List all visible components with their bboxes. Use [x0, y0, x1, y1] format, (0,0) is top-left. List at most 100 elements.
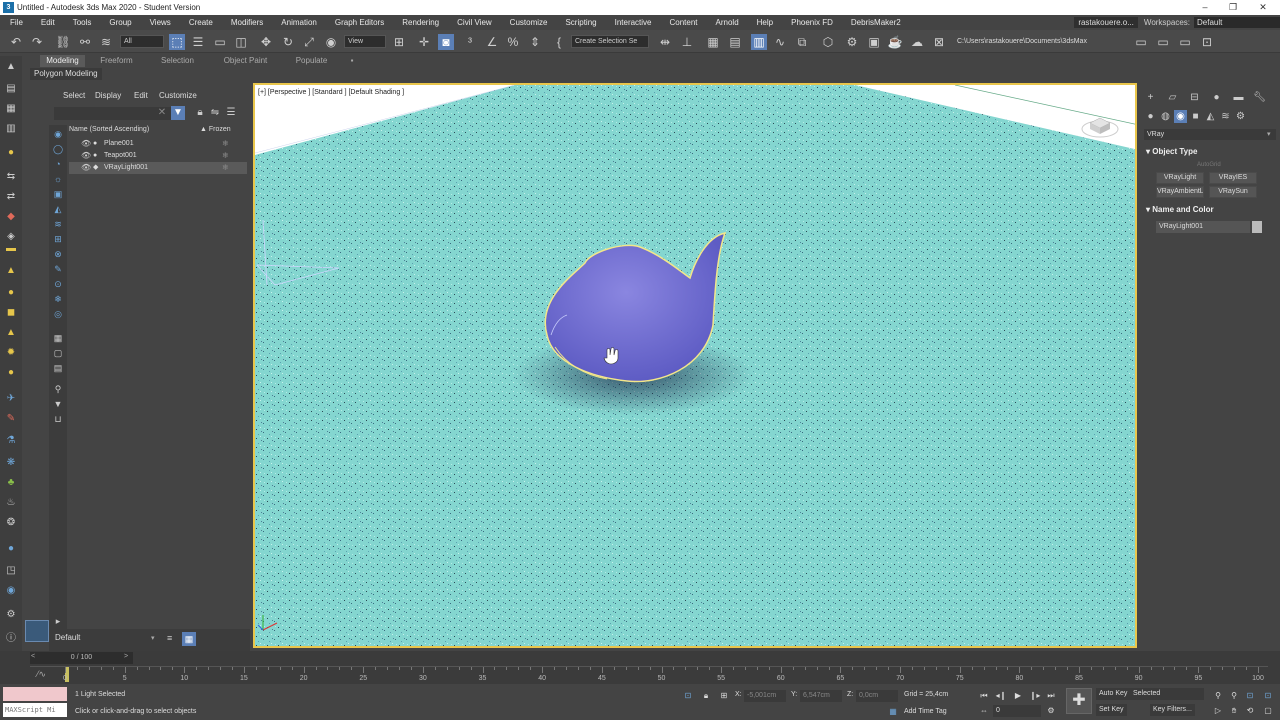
container-icon[interactable]: ⊔: [52, 413, 64, 425]
cone-primitive-icon[interactable]: ▲: [4, 264, 18, 278]
close-button[interactable]: ✕: [1248, 0, 1278, 15]
select-tool-icon[interactable]: ▤: [4, 82, 18, 96]
play-icon[interactable]: ▶: [1012, 690, 1024, 702]
particle-icon[interactable]: ❂: [4, 516, 18, 530]
vray-mtl-icon[interactable]: ◉: [4, 584, 18, 598]
display-helpers-icon[interactable]: ◭: [52, 203, 64, 215]
workspace-folder-icon[interactable]: ⊡: [1199, 34, 1215, 50]
menu-create[interactable]: Create: [179, 18, 221, 27]
display-xrefs-icon[interactable]: ⊗: [52, 248, 64, 260]
absolute-mode-icon[interactable]: ⊞: [718, 690, 730, 702]
lights-category-icon[interactable]: ◉: [1174, 110, 1187, 123]
create-geometry-icon[interactable]: ▲: [4, 60, 18, 74]
project-folder-icon[interactable]: ▭: [1133, 34, 1149, 50]
x-coordinate-field[interactable]: -5,001cm: [744, 690, 786, 702]
zoom-extents-icon[interactable]: ⊡: [1244, 690, 1256, 702]
tab-modeling[interactable]: Modeling: [40, 55, 85, 67]
plane-primitive-icon[interactable]: ▬: [4, 242, 18, 256]
maxscript-listener-output[interactable]: [3, 687, 67, 701]
track-bar[interactable]: 0 5 10 15 20 25 30 35 40 45 50 55 60 65 70 75 80 85 90 95 10…: [30, 666, 1268, 682]
explorer-menu-edit[interactable]: Edit: [134, 91, 148, 100]
display-bones-icon[interactable]: ✎: [52, 263, 64, 275]
window-crossing-icon[interactable]: ◫: [233, 34, 249, 50]
cylinder-primitive-icon[interactable]: ◼: [4, 306, 18, 320]
prev-frame-arrow-icon[interactable]: <: [31, 653, 35, 660]
sun-light-icon[interactable]: ✹: [4, 346, 18, 360]
schematic-view-icon[interactable]: ⧉: [794, 34, 810, 50]
taper-modifier-icon[interactable]: ✎: [4, 412, 18, 426]
workspace-dropdown[interactable]: Default: [1194, 17, 1280, 28]
zoom-icon[interactable]: ⚲: [1212, 690, 1224, 702]
display-spacewarps-icon[interactable]: ≋: [52, 218, 64, 230]
menu-views[interactable]: Views: [140, 18, 179, 27]
pan-view-icon[interactable]: ✋︎: [1228, 705, 1240, 717]
tab-populate[interactable]: Populate: [289, 55, 334, 67]
reflect-sphere-icon[interactable]: ●: [4, 542, 18, 556]
maximize-button[interactable]: ❐: [1218, 0, 1248, 15]
explorer-menu-display[interactable]: Display: [95, 91, 121, 100]
menu-civil-view[interactable]: Civil View: [447, 18, 500, 27]
name-column-header[interactable]: Name (Sorted Ascending): [69, 126, 149, 133]
find-icon[interactable]: ⚲: [52, 383, 64, 395]
systems-category-icon[interactable]: ⚙: [1234, 110, 1247, 123]
tab-selection[interactable]: Selection: [155, 55, 200, 67]
vrayambientlight-button[interactable]: VRayAmbientLight: [1156, 186, 1204, 198]
add-time-tag[interactable]: Add Time Tag: [904, 708, 947, 715]
selection-filter-dropdown[interactable]: All: [120, 35, 164, 48]
current-frame-field[interactable]: 0: [993, 705, 1041, 717]
next-frame-arrow-icon[interactable]: >: [124, 653, 128, 660]
vraylight-button[interactable]: VRayLight: [1156, 172, 1204, 184]
viewport-label[interactable]: [+] [Perspective ] [Standard ] [Default …: [258, 89, 404, 96]
shapes-category-icon[interactable]: ◍: [1159, 110, 1172, 123]
vrayies-button[interactable]: VRayIES: [1209, 172, 1257, 184]
relax-icon[interactable]: ⇄: [4, 190, 18, 204]
frozen-column-header[interactable]: ▲ Frozen: [200, 126, 231, 133]
go-to-end-icon[interactable]: ⏭: [1045, 690, 1057, 702]
time-configuration-icon[interactable]: ⚙: [1045, 705, 1057, 717]
layer-dropdown-arrow-icon[interactable]: ▾: [151, 634, 155, 642]
angle-snap-icon[interactable]: ∠: [484, 34, 500, 50]
previous-frame-icon[interactable]: ◂❙: [995, 690, 1007, 702]
hierarchy-icon[interactable]: ⇋: [208, 106, 222, 120]
auto-key-button[interactable]: Auto Key: [1096, 688, 1131, 700]
toggle-ribbon-icon[interactable]: ▥: [751, 34, 767, 50]
light-category-dropdown[interactable]: VRay: [1144, 129, 1276, 140]
clear-search-icon[interactable]: ✕: [155, 106, 169, 120]
placement-icon[interactable]: ◉: [323, 34, 339, 50]
isolate-selection-icon[interactable]: ⊡: [682, 690, 694, 702]
funnel-icon[interactable]: ▼: [52, 398, 64, 410]
lock-icon[interactable]: 🔒︎: [193, 106, 207, 120]
layers-tool-icon[interactable]: ▥: [4, 122, 18, 136]
zoom-all-icon[interactable]: ⚲: [1228, 690, 1240, 702]
autogrid-checkbox[interactable]: AutoGrid: [1197, 162, 1221, 168]
polygon-modeling-panel[interactable]: Polygon Modeling: [30, 68, 102, 80]
invert-display-icon[interactable]: ▤: [52, 362, 64, 374]
menu-content[interactable]: Content: [660, 18, 706, 27]
time-slider[interactable]: 0 / 100: [30, 652, 133, 664]
display-hidden-icon[interactable]: ◎: [52, 308, 64, 320]
menu-group[interactable]: Group: [99, 18, 139, 27]
vraysun-button[interactable]: VRaySun: [1209, 186, 1257, 198]
next-frame-icon[interactable]: ❙▸: [1029, 690, 1041, 702]
menu-help[interactable]: Help: [747, 18, 781, 27]
display-all-button-icon[interactable]: ▦: [52, 332, 64, 344]
freeze-toggle-icon[interactable]: ❄: [222, 138, 229, 150]
minimize-button[interactable]: –: [1190, 0, 1220, 15]
visibility-eye-icon[interactable]: 👁︎: [81, 162, 91, 174]
y-coordinate-field[interactable]: 6,547cm: [800, 690, 842, 702]
save-folder-icon[interactable]: ▭: [1177, 34, 1193, 50]
display-groups-icon[interactable]: ⊞: [52, 233, 64, 245]
toggle-scene-explorer-icon[interactable]: ▦: [705, 34, 721, 50]
key-mode-icon[interactable]: ⇔: [978, 705, 990, 717]
current-layer-dropdown[interactable]: Default: [55, 633, 80, 642]
select-object-icon[interactable]: ⬚: [169, 34, 185, 50]
menu-phoenix-fd[interactable]: Phoenix FD: [781, 18, 841, 27]
noise-modifier-icon[interactable]: ❋: [4, 456, 18, 470]
curve-editor-icon[interactable]: ∿: [772, 34, 788, 50]
undo-icon[interactable]: ↶: [8, 34, 24, 50]
menu-animation[interactable]: Animation: [271, 18, 325, 27]
unlink-icon[interactable]: ⚯: [77, 34, 93, 50]
smooth-icon[interactable]: ⇆: [4, 170, 18, 184]
display-panel-icon[interactable]: ▬: [1232, 91, 1245, 104]
menu-arnold[interactable]: Arnold: [706, 18, 747, 27]
